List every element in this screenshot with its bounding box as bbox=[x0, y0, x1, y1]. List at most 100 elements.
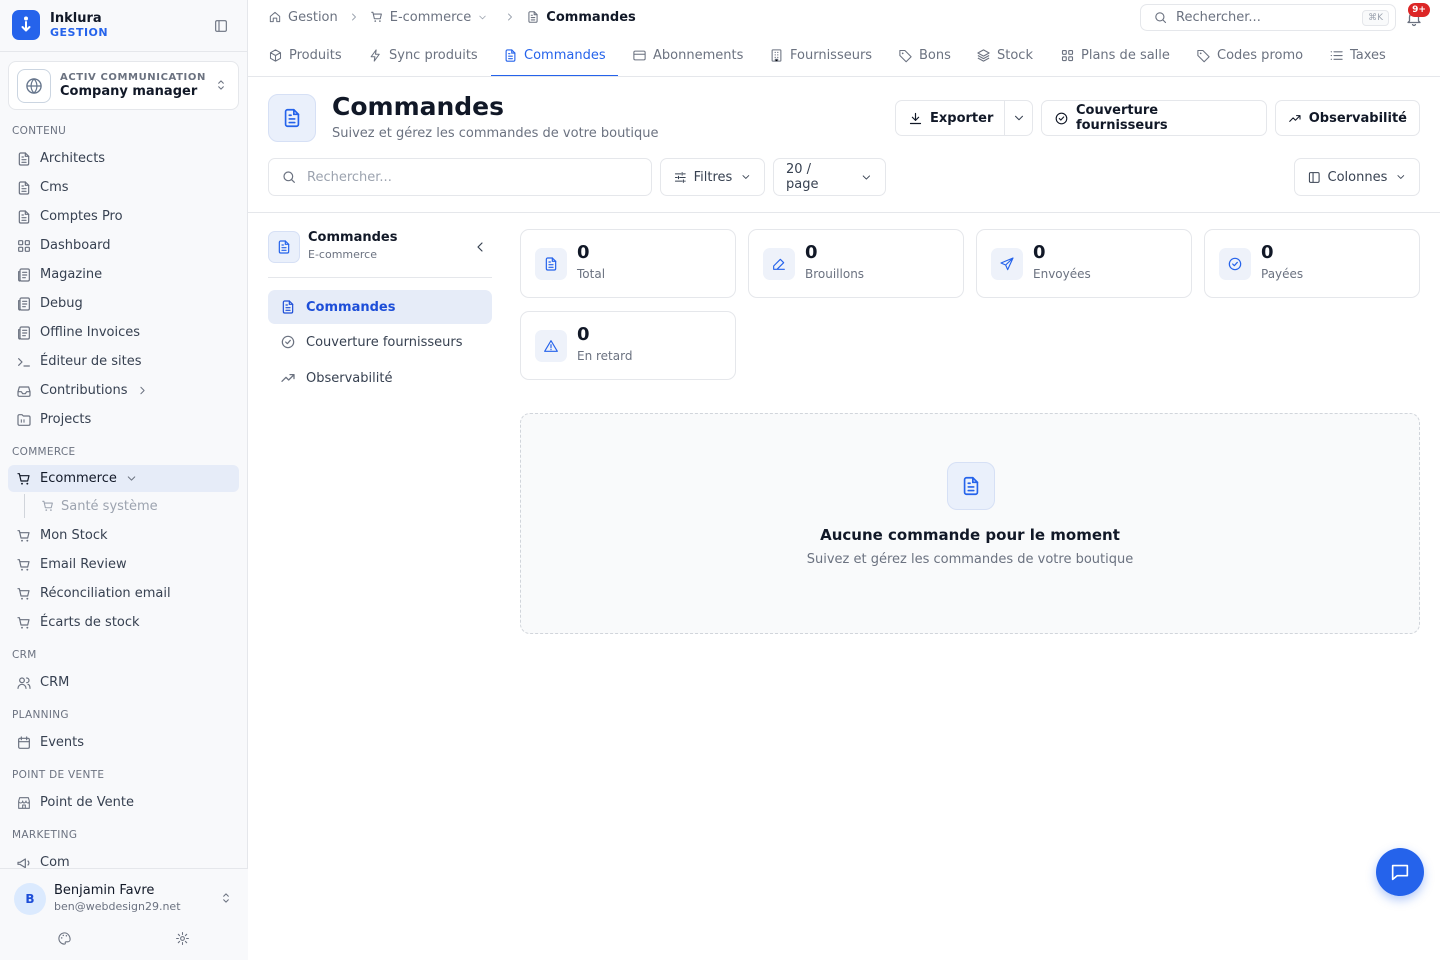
subnav-item-commandes[interactable]: Commandes bbox=[268, 290, 492, 324]
subnav-item-couverture-fournisseurs[interactable]: Couverture fournisseurs bbox=[268, 325, 492, 359]
sidebar-item-label: Écarts de stock bbox=[40, 615, 140, 630]
grid-icon bbox=[1060, 48, 1075, 63]
chat-icon bbox=[1389, 861, 1411, 883]
breadcrumb-section[interactable]: E-commerce bbox=[370, 10, 495, 25]
divider bbox=[0, 51, 248, 52]
sidebar-item-email-review[interactable]: Email Review bbox=[8, 551, 239, 578]
subnav-label: Commandes bbox=[306, 299, 396, 315]
tab-codes-promo[interactable]: Codes promo bbox=[1196, 34, 1303, 76]
sidebar-item-ecarts-de-stock[interactable]: Écarts de stock bbox=[8, 609, 239, 636]
sidebar-item-editeur-de-sites[interactable]: Éditeur de sites bbox=[8, 348, 239, 375]
sidebar-item-contributions[interactable]: Contributions bbox=[8, 377, 239, 404]
chevron-right-icon bbox=[348, 11, 360, 23]
shortcut-hint: ⌘K bbox=[1362, 10, 1389, 26]
tab-stock[interactable]: Stock bbox=[976, 34, 1033, 76]
chat-button[interactable] bbox=[1376, 848, 1424, 896]
subnav-title: Commandes bbox=[308, 230, 398, 245]
sidebar-item-cms[interactable]: Cms bbox=[8, 174, 239, 201]
supplier-coverage-button[interactable]: Couverture fournisseurs bbox=[1041, 100, 1267, 136]
org-name: Company manager bbox=[60, 83, 198, 99]
export-button[interactable]: Exporter bbox=[895, 100, 1033, 136]
tab-label: Codes promo bbox=[1217, 47, 1304, 63]
sidebar-item-crm[interactable]: CRM bbox=[8, 669, 239, 696]
sidebar-item-label: CRM bbox=[40, 675, 70, 690]
observability-label: Observabilité bbox=[1308, 110, 1407, 126]
gear-icon[interactable] bbox=[175, 931, 190, 946]
sidebar-item-point-de-vente[interactable]: Point de Vente bbox=[8, 789, 239, 816]
file-icon bbox=[503, 48, 518, 63]
subnav-item-observabilite[interactable]: Observabilité bbox=[268, 361, 492, 395]
sidebar-item-comptes-pro[interactable]: Comptes Pro bbox=[8, 203, 239, 230]
cart-icon bbox=[16, 615, 32, 631]
chevron-down-icon bbox=[125, 472, 138, 485]
columns-button[interactable]: Colonnes bbox=[1294, 158, 1420, 196]
tab-sync-produits[interactable]: Sync produits bbox=[368, 34, 478, 76]
search-icon bbox=[1153, 10, 1168, 25]
stat-label: Payées bbox=[1261, 267, 1304, 281]
sidebar-item-mon-stock[interactable]: Mon Stock bbox=[8, 522, 239, 549]
chevron-left-icon[interactable] bbox=[472, 239, 488, 255]
palette-icon[interactable] bbox=[57, 931, 72, 946]
tab-bons[interactable]: Bons bbox=[898, 34, 951, 76]
avatar: B bbox=[14, 883, 46, 915]
brand[interactable]: Inklura GESTION bbox=[12, 10, 108, 40]
sidebar-item-magazine[interactable]: Magazine bbox=[8, 261, 239, 288]
tab-plans-de-salle[interactable]: Plans de salle bbox=[1060, 34, 1170, 76]
card-icon bbox=[632, 48, 647, 63]
breadcrumb-home[interactable]: Gestion bbox=[268, 10, 338, 25]
sidebar-toggle-icon[interactable] bbox=[213, 18, 229, 34]
sidebar-item-label: Architects bbox=[40, 151, 106, 166]
sidebar-item-label: Comptes Pro bbox=[40, 209, 123, 224]
sidebar-item-label: Point de Vente bbox=[40, 795, 135, 810]
sidebar-item-projects[interactable]: Projects bbox=[8, 406, 239, 433]
stat-card-en-retard: 0 En retard bbox=[520, 311, 736, 380]
tab-label: Fournisseurs bbox=[790, 47, 873, 63]
tab-label: Stock bbox=[997, 47, 1033, 63]
file-icon bbox=[280, 299, 296, 315]
tab-commandes[interactable]: Commandes bbox=[491, 34, 618, 76]
alert-icon bbox=[535, 330, 567, 362]
cart-icon bbox=[41, 499, 55, 513]
orders-search[interactable] bbox=[268, 158, 652, 196]
store-icon bbox=[16, 795, 32, 811]
orders-search-input[interactable] bbox=[307, 169, 627, 185]
sidebar-item-dashboard[interactable]: Dashboard bbox=[8, 232, 239, 259]
sidebar-item-events[interactable]: Events bbox=[8, 729, 239, 756]
chevron-updown-icon bbox=[214, 78, 228, 92]
user-name: Benjamin Favre bbox=[54, 883, 155, 898]
global-search[interactable]: Rechercher... ⌘K bbox=[1140, 4, 1396, 31]
observability-button[interactable]: Observabilité bbox=[1275, 100, 1420, 136]
sidebar-item-reconciliation-email[interactable]: Réconciliation email bbox=[8, 580, 239, 607]
org-switcher[interactable]: ACTIV COMMUNICATION Company manager bbox=[8, 61, 239, 110]
sidebar-item-architects[interactable]: Architects bbox=[8, 145, 239, 172]
sidebar-item-label: Email Review bbox=[40, 557, 127, 572]
bolt-icon bbox=[368, 48, 383, 63]
export-dropdown-button[interactable] bbox=[1004, 101, 1032, 135]
filters-button[interactable]: Filtres bbox=[660, 158, 765, 196]
subnav-label: Couverture fournisseurs bbox=[306, 334, 463, 350]
brand-name: Inklura bbox=[50, 11, 102, 26]
subnav-label: Observabilité bbox=[306, 370, 393, 386]
tab-produits[interactable]: Produits bbox=[268, 34, 342, 76]
sidebar-item-ecommerce[interactable]: Ecommerce bbox=[8, 465, 239, 492]
tab-taxes[interactable]: Taxes bbox=[1329, 34, 1386, 76]
sidebar-subitem-sante-systeme[interactable]: Santé système bbox=[24, 494, 239, 518]
trend-icon bbox=[280, 370, 296, 386]
sidebar-item-label: Réconciliation email bbox=[40, 586, 171, 601]
download-icon bbox=[908, 111, 923, 126]
sidebar-item-debug[interactable]: Debug bbox=[8, 290, 239, 317]
calendar-icon bbox=[16, 735, 32, 751]
breadcrumb-label: Gestion bbox=[288, 9, 338, 25]
page-icon bbox=[268, 94, 316, 142]
file-icon bbox=[526, 10, 540, 24]
sidebar-item-offline-invoices[interactable]: Offline Invoices bbox=[8, 319, 239, 346]
user-email: ben@webdesign29.net bbox=[54, 900, 181, 913]
check-circle-icon bbox=[280, 334, 296, 350]
tab-abonnements[interactable]: Abonnements bbox=[632, 34, 743, 76]
tab-fournisseurs[interactable]: Fournisseurs bbox=[769, 34, 872, 76]
user-menu[interactable]: B Benjamin Favre ben@webdesign29.net bbox=[0, 868, 248, 960]
empty-state-title: Aucune commande pour le moment bbox=[820, 526, 1120, 544]
file-icon bbox=[16, 209, 32, 225]
layers-icon bbox=[976, 48, 991, 63]
per-page-select[interactable]: 20 / page bbox=[773, 158, 886, 196]
